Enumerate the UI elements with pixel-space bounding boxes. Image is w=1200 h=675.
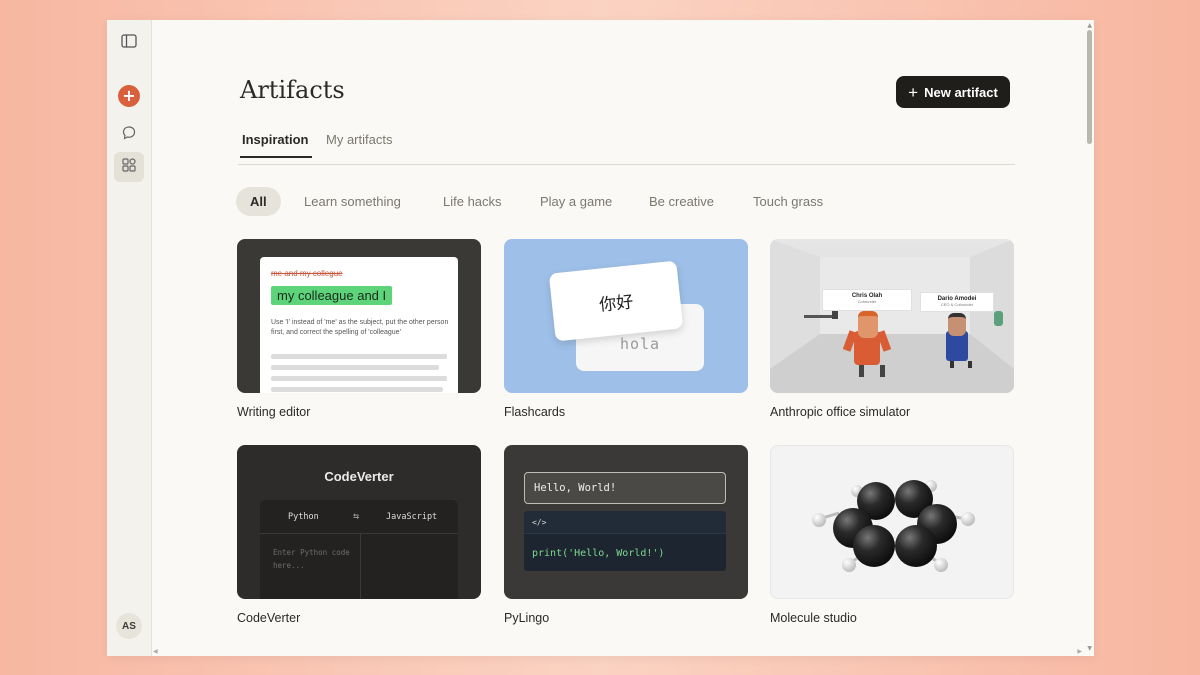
filter-learn-something[interactable]: Learn something: [304, 187, 401, 216]
scroll-left-arrow[interactable]: ◀: [153, 648, 158, 655]
sign-role: Cofounder: [857, 299, 877, 304]
page-title: Artifacts: [240, 76, 345, 104]
text-line: [271, 376, 447, 381]
tab-my-artifacts[interactable]: My artifacts: [326, 132, 392, 157]
character-head: [948, 313, 966, 336]
new-chat-button[interactable]: +: [115, 82, 143, 110]
card-title: PyLingo: [504, 611, 550, 625]
character-legs: [859, 365, 885, 377]
card-thumbnail: Chris Olah Cofounder Dario Amodei CEO & …: [770, 239, 1014, 393]
plus-icon: +: [908, 82, 919, 102]
filter-play-a-game[interactable]: Play a game: [540, 187, 612, 216]
vertical-scrollbar-thumb[interactable]: [1087, 30, 1092, 144]
name-sign: Dario Amodei CEO & Cofounder: [920, 292, 994, 312]
tab-inspiration[interactable]: Inspiration: [240, 132, 313, 158]
user-avatar[interactable]: AS: [116, 613, 142, 639]
card-thumbnail: CodeVerter Python ⇆ JavaScript Enter Pyt…: [237, 445, 481, 599]
card-title: Flashcards: [504, 405, 566, 419]
card-title: CodeVerter: [237, 611, 301, 625]
name-sign: Chris Olah Cofounder: [822, 289, 912, 311]
text-line: [271, 365, 439, 370]
panel-divider: [360, 533, 361, 599]
artifact-card-writing-editor[interactable]: me and my collegue my colleague and I Us…: [237, 239, 481, 419]
desk: [804, 315, 834, 328]
artifact-card-office-simulator[interactable]: Chris Olah Cofounder Dario Amodei CEO & …: [770, 239, 1014, 419]
main-content: Artifacts + New artifact Inspiration My …: [152, 20, 1094, 656]
struck-text: me and my collegue: [271, 269, 343, 278]
artifacts-grid-icon: [121, 157, 137, 177]
new-artifact-label: New artifact: [924, 84, 998, 100]
code-line: print('Hello, World!'): [532, 548, 665, 559]
language-bar: Python ⇆ JavaScript: [260, 500, 458, 534]
sidebar-toggle-button[interactable]: [115, 28, 143, 56]
flashcard-front: 你好: [548, 260, 684, 342]
sidebar: + AS: [107, 20, 152, 656]
card-title: Writing editor: [237, 405, 311, 419]
artifacts-nav-button[interactable]: [114, 152, 144, 182]
correction-explanation: Use 'I' instead of 'me' as the subject, …: [271, 319, 449, 336]
tab-bar: Inspiration My artifacts: [238, 127, 1015, 165]
target-language: JavaScript: [386, 512, 438, 522]
sign-role: CEO & Cofounder: [940, 302, 974, 307]
flashcard-back-text: hola: [619, 334, 661, 353]
artifact-card-pylingo[interactable]: Hello, World! </> print('Hello, World!')…: [504, 445, 748, 625]
converter-panel: Python ⇆ JavaScript Enter Python code he…: [260, 500, 458, 599]
scroll-right-arrow[interactable]: ▶: [1077, 648, 1082, 655]
scroll-down-arrow[interactable]: ▼: [1087, 645, 1092, 652]
new-artifact-button[interactable]: + New artifact: [896, 76, 1010, 108]
artifact-card-molecule-studio[interactable]: Molecule studio: [770, 445, 1014, 625]
plus-icon: +: [118, 85, 140, 107]
source-language: Python: [288, 512, 319, 522]
code-output: </> print('Hello, World!'): [524, 511, 726, 571]
filter-be-creative[interactable]: Be creative: [649, 187, 714, 216]
highlighted-correction: my colleague and I: [271, 286, 393, 305]
app-window: + AS Artifacts + New artifact Inspiratio…: [107, 20, 1094, 656]
artifact-card-flashcards[interactable]: hola 你好 Flashcards: [504, 239, 748, 419]
phrase-input: Hello, World!: [524, 472, 726, 504]
card-title: Anthropic office simulator: [770, 405, 911, 419]
scroll-up-arrow[interactable]: ▲: [1087, 22, 1092, 29]
artifact-card-codeverter[interactable]: CodeVerter Python ⇆ JavaScript Enter Pyt…: [237, 445, 481, 625]
chats-button[interactable]: [115, 121, 143, 149]
filter-life-hacks[interactable]: Life hacks: [443, 187, 502, 216]
chat-bubble-icon: [121, 125, 137, 145]
card-thumbnail: me and my collegue my colleague and I Us…: [237, 239, 481, 393]
filter-touch-grass[interactable]: Touch grass: [753, 187, 823, 216]
filter-all[interactable]: All: [236, 187, 281, 216]
codeverter-title: CodeVerter: [324, 469, 394, 484]
code-icon: </>: [524, 511, 726, 534]
document-preview: me and my collegue my colleague and I Us…: [260, 257, 458, 393]
character-distant: [994, 311, 1003, 326]
card-title: Molecule studio: [770, 611, 857, 625]
character-legs: [950, 361, 972, 368]
sidebar-toggle-icon: [121, 33, 137, 52]
monitor: [832, 311, 838, 319]
molecule-render: [812, 480, 975, 572]
text-line: [271, 387, 443, 392]
text-line: [271, 354, 447, 359]
card-thumbnail: hola 你好: [504, 239, 748, 393]
card-thumbnail: Hello, World! </> print('Hello, World!'): [504, 445, 748, 599]
card-thumbnail: [770, 445, 1014, 599]
character-head: [858, 311, 878, 338]
swap-arrows-icon: ⇆: [353, 511, 360, 522]
code-placeholder: Enter Python code here...: [273, 548, 350, 570]
